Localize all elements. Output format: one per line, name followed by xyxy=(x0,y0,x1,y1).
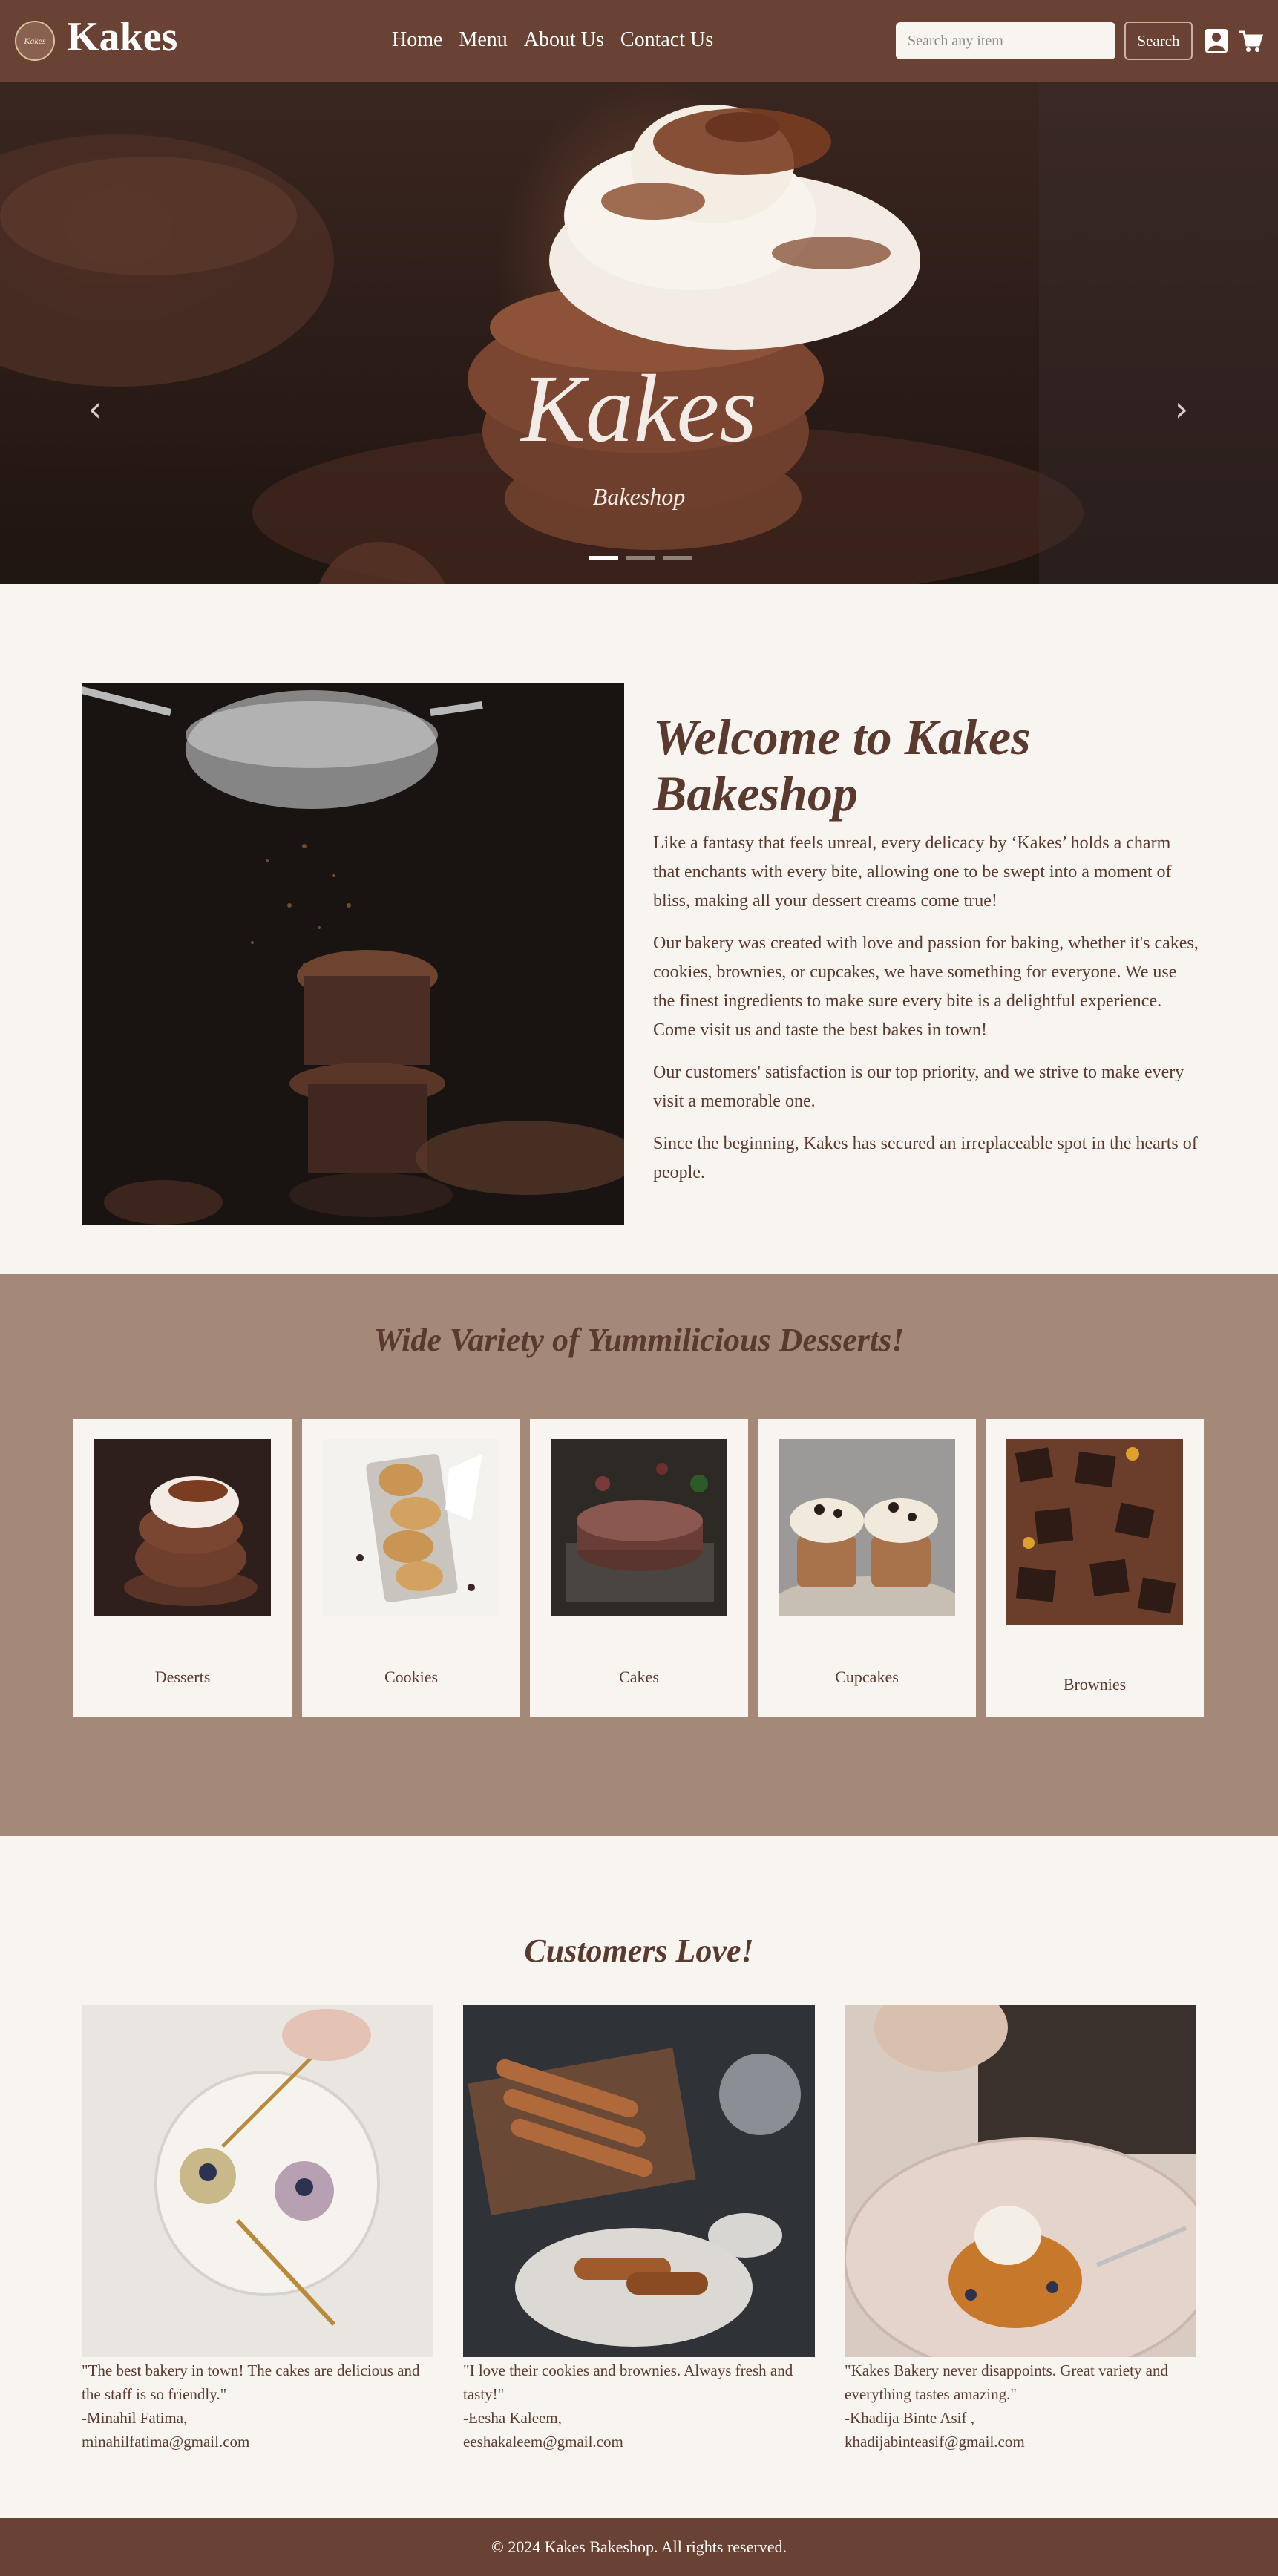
review-author: -Khadija Binte Asif , xyxy=(845,2409,974,2427)
review-image xyxy=(463,2005,815,2357)
welcome-section: Welcome to Kakes Bakeshop Like a fantasy… xyxy=(653,709,1199,1187)
carousel-indicator[interactable] xyxy=(663,556,692,560)
search-input[interactable] xyxy=(896,22,1115,59)
review-quote: "Kakes Bakery never disappoints. Great v… xyxy=(845,2362,1169,2403)
category-label: Brownies xyxy=(1063,1675,1127,1694)
welcome-paragraph: Like a fantasy that feels unreal, every … xyxy=(653,833,1172,911)
brand-name[interactable]: Kakes xyxy=(67,10,177,64)
review-quote: "The best bakery in town! The cakes are … xyxy=(82,2362,420,2403)
category-card-cookies[interactable]: Cookies xyxy=(302,1419,520,1717)
welcome-paragraph: Since the beginning, Kakes has secured a… xyxy=(653,1134,1198,1182)
welcome-title: Welcome to Kakes Bakeshop xyxy=(653,709,1031,822)
review-author: -Minahil Fatima, xyxy=(82,2409,188,2427)
logo-text: Kakes xyxy=(24,35,46,46)
footer: © 2024 Kakes Bakeshop. All rights reserv… xyxy=(0,2518,1278,2576)
cart-icon[interactable] xyxy=(1238,27,1263,54)
cookies-image xyxy=(323,1439,499,1616)
variety-title: Wide Variety of Yummilicious Desserts! xyxy=(373,1322,905,1358)
nav-home-link[interactable]: Home xyxy=(392,25,442,55)
search-button[interactable]: Search xyxy=(1124,22,1193,60)
welcome-image xyxy=(82,683,624,1225)
review-email: khadijabinteasif@gmail.com xyxy=(845,2433,1025,2451)
review-author: -Eesha Kaleem, xyxy=(463,2409,562,2427)
cakes-image xyxy=(551,1439,727,1616)
nav-contact-link[interactable]: Contact Us xyxy=(620,25,713,55)
review-quote: "I love their cookies and brownies. Alwa… xyxy=(463,2362,793,2403)
customers-title: Customers Love! xyxy=(524,1933,754,1969)
brownies-image xyxy=(1006,1439,1183,1625)
category-label: Cakes xyxy=(619,1668,659,1686)
review-card: "The best bakery in town! The cakes are … xyxy=(82,2005,433,2454)
welcome-paragraph: Our customers' satisfaction is our top p… xyxy=(653,1063,1184,1111)
review-email: eeshakaleem@gmail.com xyxy=(463,2433,623,2451)
carousel-indicator[interactable] xyxy=(626,556,655,560)
carousel-indicators xyxy=(589,556,692,560)
review-image xyxy=(82,2005,433,2357)
nav-menu-link[interactable]: Menu xyxy=(459,25,507,55)
review-card: "Kakes Bakery never disappoints. Great v… xyxy=(845,2005,1196,2454)
user-icon[interactable] xyxy=(1204,27,1229,54)
navbar: Kakes Kakes Home Menu About Us Contact U… xyxy=(0,0,1278,82)
review-email: minahilfatima@gmail.com xyxy=(82,2433,250,2451)
category-card-desserts[interactable]: Desserts xyxy=(73,1419,292,1717)
hero-subtitle: Bakeshop xyxy=(592,483,686,510)
logo[interactable]: Kakes xyxy=(15,21,55,61)
category-label: Cupcakes xyxy=(835,1668,899,1686)
nav-links: Home Menu About Us Contact Us xyxy=(392,25,713,55)
category-card-cupcakes[interactable]: Cupcakes xyxy=(758,1419,976,1717)
category-label: Desserts xyxy=(154,1668,211,1686)
welcome-paragraph: Our bakery was created with love and pas… xyxy=(653,934,1199,1040)
review-card: "I love their cookies and brownies. Alwa… xyxy=(463,2005,815,2454)
review-image xyxy=(845,2005,1196,2357)
category-label: Cookies xyxy=(384,1668,439,1686)
category-card-brownies[interactable]: Brownies xyxy=(986,1419,1204,1717)
carousel-indicator[interactable] xyxy=(589,556,618,560)
hero-carousel: ‹ › Kakes Bakeshop xyxy=(0,82,1278,584)
category-card-cakes[interactable]: Cakes xyxy=(530,1419,748,1717)
hero-title: Kakes xyxy=(521,355,757,462)
cupcakes-image xyxy=(779,1439,955,1616)
desserts-image xyxy=(94,1439,271,1616)
nav-about-link[interactable]: About Us xyxy=(524,25,604,55)
variety-section: Wide Variety of Yummilicious Desserts! D… xyxy=(0,1274,1278,1836)
